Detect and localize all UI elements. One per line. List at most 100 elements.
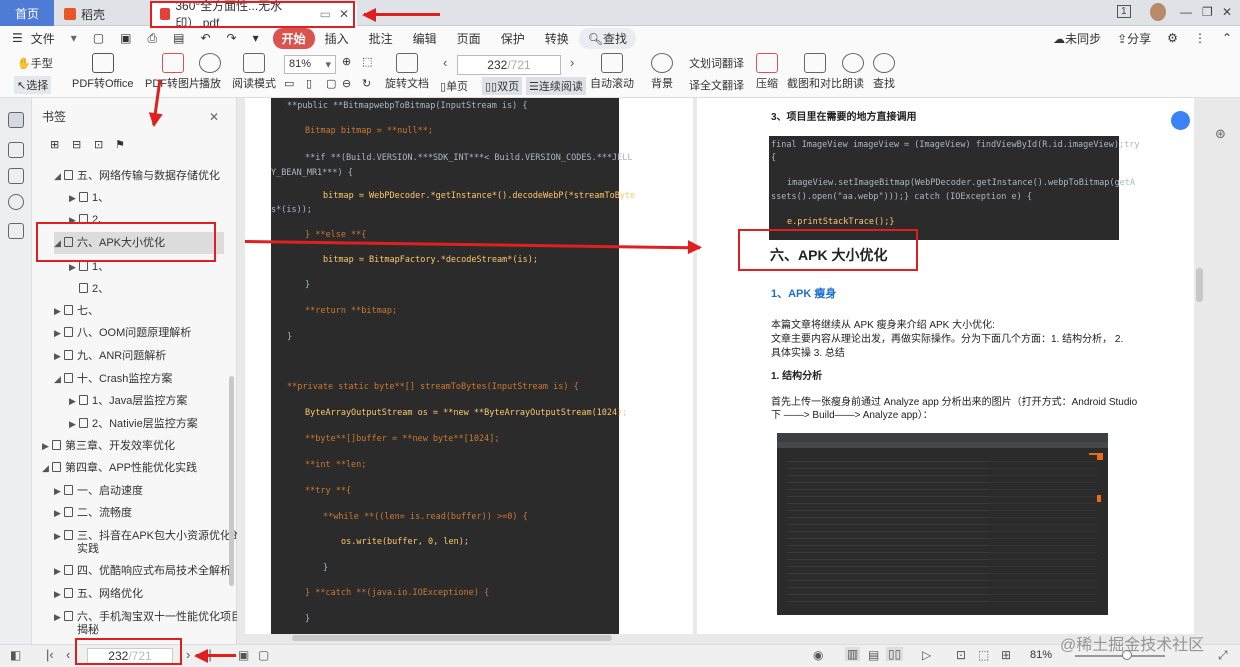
zoom-slider-track[interactable] (1075, 655, 1165, 657)
bookmark-item[interactable]: ▶ 1、 (69, 261, 109, 274)
bookmark-item[interactable]: ▶ 五、网络优化 (54, 588, 143, 601)
pdf-to-office-button[interactable]: PDF转Office (72, 53, 134, 91)
print-preview-icon[interactable]: ▤ (165, 31, 192, 45)
menu-page[interactable]: 页面 (447, 30, 491, 47)
fit-icon[interactable]: ⬚ (362, 55, 372, 68)
expand-all-icon[interactable]: ⊞ (50, 139, 59, 152)
background-button[interactable]: 背景 (651, 53, 673, 91)
right-panel-icon[interactable]: ⊛ (1215, 126, 1226, 142)
add-bookmark-icon[interactable]: ⊡ (94, 139, 103, 152)
bookmark-item[interactable]: ▶ 一、启动速度 (54, 485, 143, 498)
more-menu-icon[interactable]: ⋮ (1186, 31, 1214, 45)
word-translate-button[interactable]: 文划词翻译 (689, 55, 744, 71)
pdf-to-image-button[interactable]: PDF转图片 (145, 53, 200, 91)
bookmark-item[interactable]: ▶ 四、优酷响应式布局技术全解析 (54, 565, 231, 578)
status-next-page-icon[interactable]: › (186, 647, 190, 662)
next-page-icon[interactable]: › (570, 55, 574, 70)
bookmark-item[interactable]: ▶ 八、OOM问题原理解析 (54, 327, 191, 340)
save-icon[interactable]: ▣ (112, 31, 139, 45)
actual-size-status-icon[interactable]: ⊞ (1001, 648, 1011, 662)
rotate-small-icon[interactable]: ↻ (362, 77, 371, 90)
hand-tool[interactable]: ✋手型 (17, 55, 53, 71)
fit-status-icon[interactable]: ⊡ (956, 648, 966, 662)
fit-width-icon[interactable]: ▯ (306, 77, 312, 90)
fullscreen-icon[interactable]: ⤢ (1218, 648, 1228, 663)
double-page-button[interactable]: ▯▯双页 (482, 77, 523, 95)
hamburger-icon[interactable]: ☰ (0, 31, 31, 45)
share-button[interactable]: ⇪分享 (1109, 30, 1159, 47)
full-translate-button[interactable]: 译全文翻译 (689, 77, 744, 93)
compress-button[interactable]: 压缩 (756, 53, 778, 91)
bookmark-item[interactable]: ▶ 1、Java层监控方案 (69, 395, 187, 408)
status-prev-page-icon[interactable]: ‹ (66, 647, 70, 662)
zoom-select[interactable]: 81% ▾ (284, 55, 336, 74)
scroll-view-icon[interactable]: ▤ (868, 648, 879, 662)
page-count-box[interactable]: 1 (1117, 5, 1131, 18)
undo-icon[interactable]: ↶ (192, 31, 218, 45)
menu-insert[interactable]: 插入 (315, 30, 359, 47)
bookmark-scrollbar[interactable] (229, 376, 234, 586)
bookmark-panel-icon[interactable] (8, 112, 24, 128)
status-page-icon[interactable]: ▢ (258, 648, 269, 662)
bookmark-flag-icon[interactable]: ⚑ (115, 139, 125, 152)
document-vscrollbar[interactable] (1196, 268, 1203, 302)
code-hscrollbar[interactable] (292, 635, 612, 641)
select-tool[interactable]: ↖选择 (14, 76, 52, 94)
page-number-input[interactable]: 232/721 (457, 55, 561, 75)
thumbnail-icon[interactable] (8, 142, 24, 158)
maximize-icon[interactable]: ❐ (1202, 5, 1213, 19)
print-icon[interactable]: ⎙ (140, 31, 166, 46)
tab-daoke[interactable]: 稻壳 (56, 2, 148, 26)
bookmark-item[interactable]: 2、 (69, 283, 109, 296)
minimize-icon[interactable]: — (1180, 5, 1192, 19)
status-zoom-value[interactable]: 81% (1030, 649, 1052, 661)
menu-convert[interactable]: 转换 (535, 30, 579, 47)
bookmark-item[interactable]: ▶ 1、 (69, 192, 109, 205)
bookmark-item[interactable]: ◢ 第四章、APP性能优化实践 (42, 462, 197, 475)
auto-scroll-button[interactable]: 自动滚动 (590, 53, 634, 91)
avatar[interactable] (1150, 3, 1166, 21)
close-window-icon[interactable]: ✕ (1222, 5, 1232, 19)
open-folder-icon[interactable]: ▢ (85, 31, 112, 45)
close-panel-icon[interactable]: ✕ (209, 111, 219, 124)
bookmark-item[interactable]: ▶ 六、手机淘宝双十一性能优化项目 (54, 611, 242, 624)
bookmark-item[interactable]: ▶ 三、抖音在APK包大小资源优化的 (54, 530, 242, 543)
collapse-all-icon[interactable]: ⊟ (72, 139, 81, 152)
screenshot-compare-button[interactable]: 截图和对比 (787, 53, 842, 91)
menu-protect[interactable]: 保护 (491, 30, 535, 47)
menu-search[interactable]: 🔍︎查找 (578, 27, 636, 49)
sync-status[interactable]: ☁未同步 (1045, 30, 1109, 47)
menu-start[interactable]: 开始 (272, 27, 315, 49)
play-status-icon[interactable]: ▷ (922, 648, 931, 662)
bookmark-item[interactable]: ◢ 十、Crash监控方案 (54, 373, 172, 386)
single-view-icon[interactable]: ▥ (845, 647, 861, 661)
continuous-read-button[interactable]: ☰连续阅读 (526, 77, 586, 95)
menu-file-arrow-icon[interactable]: ▾ (63, 31, 85, 45)
settings-icon[interactable]: ⚙ (1159, 31, 1186, 45)
actual-size-icon[interactable]: ▢ (326, 77, 336, 90)
attachment-icon[interactable] (8, 194, 24, 210)
status-thumb-icon[interactable]: ▣ (238, 648, 249, 662)
zoom-out-icon[interactable]: ⊖ (342, 77, 351, 90)
comment-icon[interactable] (8, 168, 24, 184)
toggle-sidebar-icon[interactable]: ◧ (10, 648, 21, 662)
floating-action-icon[interactable] (1171, 111, 1190, 130)
read-mode-button[interactable]: 阅读模式 (232, 53, 276, 91)
play-button[interactable]: 播放 (199, 53, 221, 91)
bookmark-item[interactable]: ◢ 五、网络传输与数据存储优化 (54, 170, 220, 183)
tab-home[interactable]: 首页 (0, 0, 54, 26)
bookmark-item[interactable]: ▶ 2、Nativie层监控方案 (69, 418, 198, 431)
eye-icon[interactable]: ◉ (813, 648, 823, 662)
single-page-button[interactable]: ▯单页 (440, 78, 468, 94)
prev-page-icon[interactable]: ‹ (443, 55, 447, 70)
signature-icon[interactable] (8, 223, 24, 239)
menu-edit[interactable]: 编辑 (403, 30, 447, 47)
menu-annotate[interactable]: 批注 (359, 30, 403, 47)
find-button[interactable]: 查找 (873, 53, 895, 91)
redo-icon[interactable]: ↷ (219, 31, 245, 45)
read-aloud-button[interactable]: 朗读 (842, 53, 864, 91)
crop-status-icon[interactable]: ⬚ (978, 648, 989, 662)
bookmark-item[interactable]: ▶ 七、 (54, 305, 99, 318)
rotate-document-button[interactable]: 旋转文档 (385, 53, 429, 91)
double-view-icon[interactable]: ▯▯ (886, 647, 904, 661)
